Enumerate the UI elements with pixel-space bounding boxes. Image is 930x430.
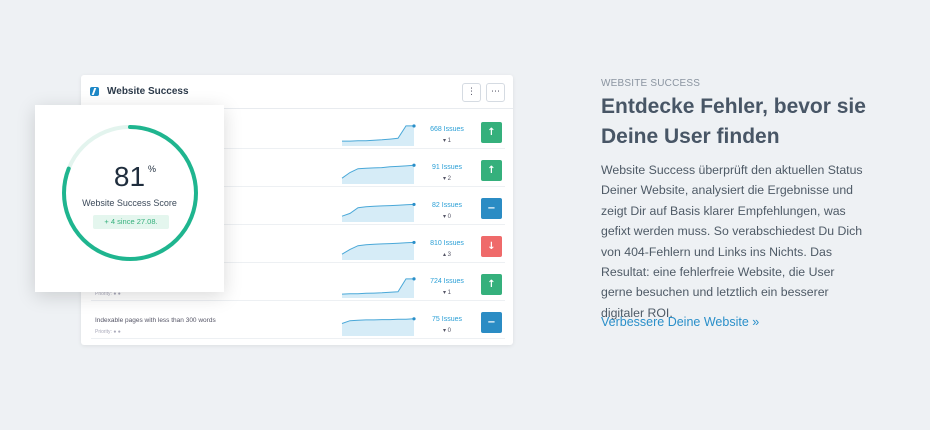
issues-count-link[interactable]: 668 Issues bbox=[421, 126, 473, 133]
trend-sparkline bbox=[342, 124, 416, 146]
trend-sparkline bbox=[341, 317, 416, 336]
issues-count-link[interactable]: 82 Issues bbox=[421, 202, 473, 209]
arrow-down-button[interactable]: ↓ bbox=[481, 236, 502, 257]
trend-endpoint bbox=[412, 124, 416, 128]
trend-sparkline bbox=[341, 240, 416, 260]
improve-website-link[interactable]: Verbessere Deine Website » bbox=[601, 315, 759, 329]
arrow-up-button[interactable]: ↑ bbox=[481, 274, 502, 295]
trend-endpoint bbox=[412, 202, 416, 207]
trend-area bbox=[342, 204, 414, 222]
trend-sparkline bbox=[341, 277, 416, 298]
trend-sparkline bbox=[341, 202, 416, 222]
trend-endpoint bbox=[412, 163, 416, 167]
issues-count-link[interactable]: 724 Issues bbox=[421, 278, 473, 285]
issues-count-link[interactable]: 810 Issues bbox=[421, 240, 473, 247]
issues-count-link[interactable]: 91 Issues bbox=[421, 164, 473, 171]
trend-endpoint bbox=[412, 317, 416, 321]
panel-header: Website Success ⋮ ⋯ bbox=[81, 75, 513, 109]
issue-priority: Priority: ● ● bbox=[95, 329, 121, 335]
section-body: Website Success überprüft den aktuellen … bbox=[601, 163, 863, 320]
score-value: 81 bbox=[113, 161, 146, 192]
score-unit: % bbox=[148, 164, 157, 174]
trend-sparkline bbox=[341, 163, 416, 184]
score-change-badge: + 4 since 27.08. bbox=[93, 215, 169, 229]
arrow-neutral-button[interactable]: − bbox=[481, 312, 502, 333]
arrow-neutral-button[interactable]: − bbox=[481, 198, 502, 219]
issues-delta: ▾ 1 bbox=[442, 290, 451, 296]
issues-count-link[interactable]: 75 Issues bbox=[421, 316, 473, 323]
trend-area bbox=[342, 278, 414, 298]
issue-title: Indexable pages with less than 300 words bbox=[95, 317, 216, 324]
issues-delta: ▾ 2 bbox=[442, 176, 451, 182]
issues-delta: ▾ 1 bbox=[442, 138, 451, 144]
section-eyebrow: WEBSITE SUCCESS bbox=[601, 78, 701, 89]
score-label: Website Success Score bbox=[82, 198, 177, 208]
issues-delta: ▴ 3 bbox=[442, 252, 451, 258]
arrow-up-button[interactable]: ↑ bbox=[481, 160, 502, 181]
score-card: 81 % Website Success Score + 4 since 27.… bbox=[35, 105, 224, 292]
arrow-up-button[interactable]: ↑ bbox=[481, 122, 502, 143]
horizontal-dots-icon[interactable]: ⋯ bbox=[486, 83, 505, 102]
issues-delta: ▾ 0 bbox=[442, 328, 451, 334]
trend-endpoint bbox=[412, 240, 416, 245]
vertical-dots-icon[interactable]: ⋮ bbox=[462, 83, 481, 102]
trend-area bbox=[342, 125, 414, 146]
issue-row: Indexable pages with less than 300 words… bbox=[91, 309, 505, 339]
panel-title: Website Success bbox=[107, 86, 189, 97]
issues-delta: ▾ 0 bbox=[442, 214, 451, 220]
section-headline: Entdecke Fehler, bevor sie Deine User fi… bbox=[601, 95, 866, 148]
score-gauge bbox=[62, 125, 198, 261]
trend-endpoint bbox=[412, 277, 416, 281]
website-success-logo-icon bbox=[90, 87, 99, 96]
trend-area bbox=[342, 318, 414, 336]
trend-area bbox=[342, 242, 414, 260]
